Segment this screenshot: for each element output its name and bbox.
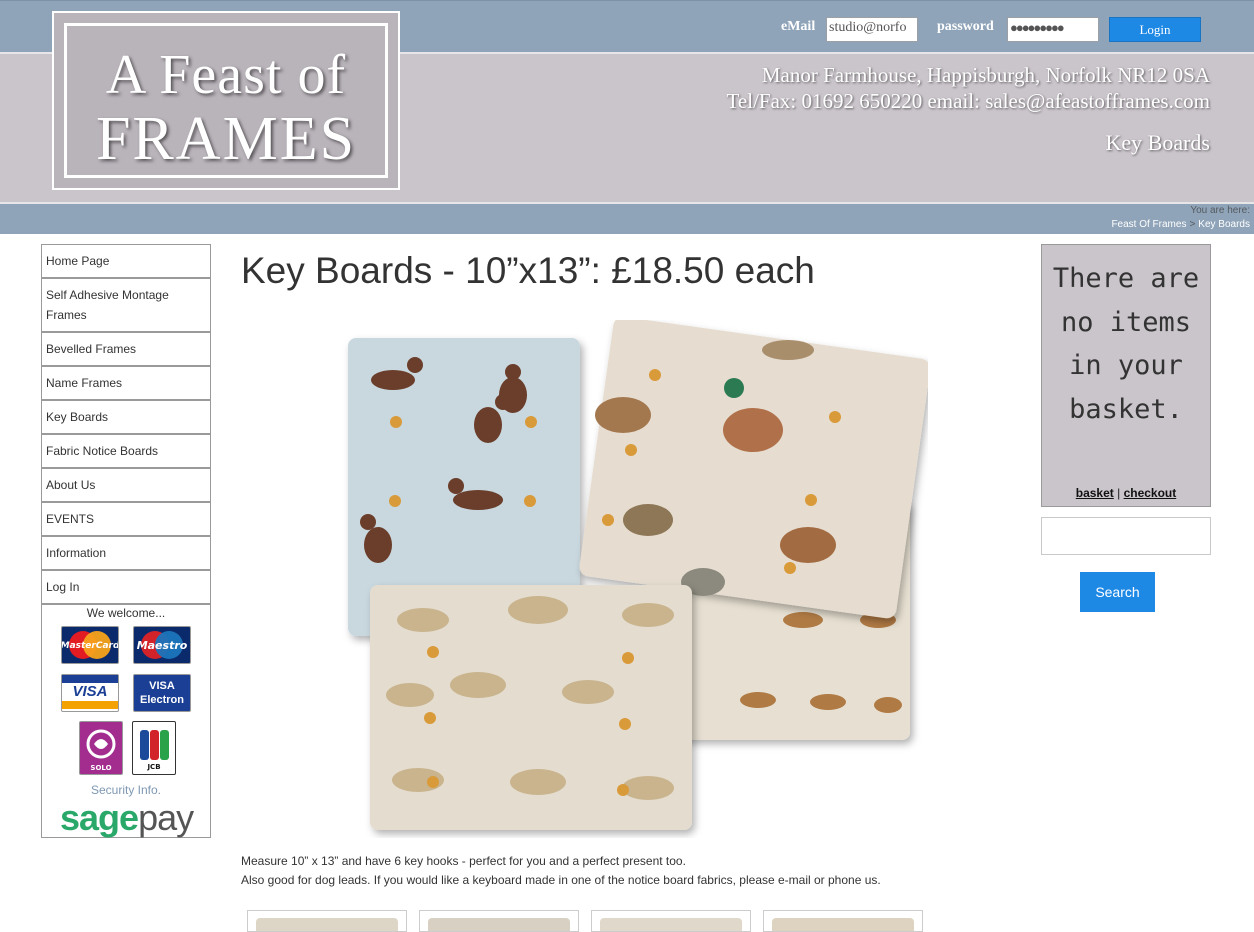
thumbnail-4[interactable]: [763, 910, 923, 932]
basket-message-text: There are no items in your basket.: [1052, 263, 1200, 425]
key-boards-photo: [348, 316, 931, 830]
mastercard-icon: MasterCard: [61, 626, 120, 664]
basket-link[interactable]: basket: [1076, 486, 1114, 500]
logo-text-line2: FRAMES: [95, 105, 357, 173]
header-page-name: Key Boards: [1105, 130, 1210, 155]
site-logo[interactable]: A Feast of FRAMES: [52, 11, 400, 190]
basket-panel: There are no items in your basket. baske…: [1041, 244, 1211, 507]
solo-icon-svg: SOLO: [86, 729, 116, 772]
sagepay-part2: pay: [138, 797, 194, 838]
thumbnail-1[interactable]: [247, 910, 407, 932]
visa-icon: VISA: [61, 674, 119, 712]
breadcrumb: Feast Of Frames > Key Boards: [1111, 219, 1250, 230]
mastercard-icon-svg: MasterCard: [61, 631, 120, 659]
logo-frame: A Feast of FRAMES: [64, 23, 388, 178]
jcb-icon-svg: JCB: [140, 730, 169, 771]
sidebar-item-fabric-notice-boards[interactable]: Fabric Notice Boards: [41, 434, 211, 468]
sidebar-item-home[interactable]: Home Page: [41, 244, 211, 278]
email-label: eMail: [781, 19, 816, 34]
basket-links: basket | checkout: [1042, 486, 1210, 500]
sidebar-item-log-in[interactable]: Log In: [41, 570, 211, 604]
product-image: [338, 316, 931, 838]
password-field[interactable]: ●●●●●●●●●: [1007, 17, 1099, 42]
sidebar-item-bevelled-frames[interactable]: Bevelled Frames: [41, 332, 211, 366]
sidebar-item-self-adhesive[interactable]: Self Adhesive Montage Frames: [41, 278, 211, 332]
email-field[interactable]: studio@norfo: [826, 17, 918, 42]
breadcrumb-prefix: You are here:: [1190, 205, 1250, 216]
sagepay-part1: sage: [60, 797, 139, 838]
sidebar-item-key-boards[interactable]: Key Boards: [41, 400, 211, 434]
login-button[interactable]: Login: [1109, 17, 1201, 42]
logo-text-line1: A Feast of: [105, 44, 347, 106]
welcome-title: We welcome...: [86, 606, 166, 620]
breadcrumb-link-home[interactable]: Feast Of Frames: [1111, 219, 1186, 230]
page-title: Key Boards - 10”x13”: £18.50 each: [241, 250, 815, 291]
sidebar-item-events[interactable]: EVENTS: [41, 502, 211, 536]
password-label: password: [937, 19, 994, 34]
maestro-icon-svg: Maestro: [137, 631, 188, 659]
solo-icon: SOLO: [79, 721, 123, 775]
payment-methods-panel: We welcome... MasterCard Maestro VISA VI…: [41, 604, 211, 838]
breadcrumb-current: Key Boards: [1198, 219, 1250, 230]
visa-electron-icon: VISA Electron: [133, 674, 191, 712]
product-description: Measure 10” x 13” and have 6 key hooks -…: [241, 852, 881, 890]
search-input[interactable]: [1041, 517, 1211, 555]
basket-link-separator: |: [1117, 486, 1121, 500]
description-line-1: Measure 10” x 13” and have 6 key hooks -…: [241, 854, 686, 868]
checkout-link[interactable]: checkout: [1124, 486, 1177, 500]
sidebar-nav: Home Page Self Adhesive Montage Frames B…: [41, 244, 211, 838]
header-address: Manor Farmhouse, Happisburgh, Norfolk NR…: [761, 63, 1210, 87]
breadcrumb-separator: >: [1189, 219, 1196, 230]
sidebar-item-name-frames[interactable]: Name Frames: [41, 366, 211, 400]
sidebar-item-information[interactable]: Information: [41, 536, 211, 570]
sagepay-logo: sagepay: [60, 797, 194, 839]
maestro-text: Maestro: [137, 639, 188, 652]
search-button[interactable]: Search: [1080, 572, 1155, 612]
breadcrumb-band: [0, 202, 1254, 234]
security-info-link[interactable]: Security Info.: [42, 783, 210, 797]
solo-text: SOLO: [90, 764, 111, 772]
description-line-2: Also good for dog leads. If you would li…: [241, 873, 881, 887]
jcb-icon: JCB: [132, 721, 176, 775]
maestro-icon: Maestro: [133, 626, 191, 664]
basket-empty-message: There are no items in your basket.: [1042, 257, 1210, 431]
thumbnail-2[interactable]: [419, 910, 579, 932]
mastercard-text: MasterCard: [62, 641, 118, 651]
sidebar-item-about-us[interactable]: About Us: [41, 468, 211, 502]
header-contact: Tel/Fax: 01692 650220 email: sales@afeas…: [726, 89, 1210, 113]
visa-text: VISA: [72, 683, 108, 700]
thumbnail-3[interactable]: [591, 910, 751, 932]
jcb-text: JCB: [146, 763, 160, 771]
